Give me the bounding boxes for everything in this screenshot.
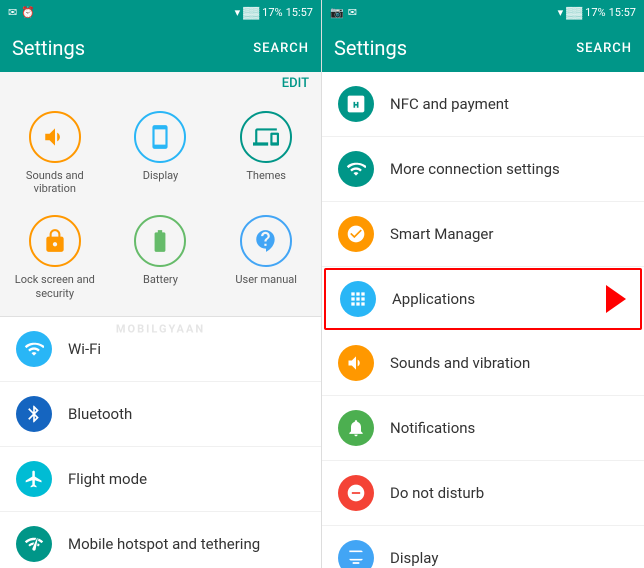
- right-wifi-icon: ▾: [558, 6, 564, 19]
- nfc-icon: [338, 86, 374, 122]
- right-msg-icon: ✉: [348, 6, 357, 19]
- grid-item-themes[interactable]: Themes: [215, 103, 317, 203]
- flight-list-icon: [16, 461, 52, 497]
- list-item-wifi[interactable]: Wi-Fi: [0, 317, 321, 382]
- right-cam-icon: 📷: [330, 6, 344, 19]
- alarm-icon: ⏰: [21, 6, 35, 19]
- donotdisturb-icon: [338, 475, 374, 511]
- right-panel: 📷 ✉ ▾ ▓▓ 17% 15:57 Settings SEARCH NFC a…: [322, 0, 644, 568]
- grid-item-usermanual[interactable]: User manual: [215, 207, 317, 307]
- battery-label: Battery: [143, 273, 178, 286]
- moreconn-label: More connection settings: [390, 160, 560, 178]
- right-status-icons: 📷 ✉: [330, 6, 357, 19]
- battery-pct-left: 17%: [262, 6, 282, 19]
- right-item-moreconn[interactable]: More connection settings: [322, 137, 644, 202]
- nfc-label: NFC and payment: [390, 95, 509, 113]
- right-item-notifications[interactable]: Notifications: [322, 396, 644, 461]
- list-item-flight[interactable]: Flight mode: [0, 447, 321, 512]
- list-item-bluetooth[interactable]: Bluetooth: [0, 382, 321, 447]
- sounds-right-icon: [338, 345, 374, 381]
- right-item-smartmanager[interactable]: Smart Manager: [322, 202, 644, 267]
- list-item-hotspot[interactable]: Mobile hotspot and tethering: [0, 512, 321, 568]
- bluetooth-list-icon: [16, 396, 52, 432]
- msg-icon: ✉: [8, 6, 17, 19]
- right-title: Settings: [334, 36, 407, 60]
- right-battery-pct: 17%: [585, 6, 605, 19]
- edit-bar: EDIT: [0, 72, 321, 95]
- right-item-display[interactable]: Display: [322, 526, 644, 568]
- hotspot-list-icon: [16, 526, 52, 562]
- right-item-applications[interactable]: Applications: [324, 268, 642, 330]
- settings-icon-grid: Sounds andvibration Display Themes Lock …: [0, 95, 321, 316]
- left-list: Wi-Fi Bluetooth Flight mode Mobile hotsp…: [0, 317, 321, 568]
- sounds-icon: [29, 111, 81, 163]
- hotspot-label: Mobile hotspot and tethering: [68, 535, 260, 553]
- moreconn-icon: [338, 151, 374, 187]
- sounds-right-label: Sounds and vibration: [390, 354, 530, 372]
- right-settings-list: NFC and payment More connection settings…: [322, 72, 644, 568]
- battery-icon: [134, 215, 186, 267]
- display-right-label: Display: [390, 549, 438, 567]
- flight-label: Flight mode: [68, 470, 147, 488]
- applications-icon: [340, 281, 376, 317]
- right-item-sounds[interactable]: Sounds and vibration: [322, 331, 644, 396]
- right-header: Settings SEARCH: [322, 24, 644, 72]
- grid-item-battery[interactable]: Battery: [110, 207, 212, 307]
- wifi-status-icon: ▾: [235, 6, 241, 19]
- right-item-donotdisturb[interactable]: Do not disturb: [322, 461, 644, 526]
- display-right-icon: [338, 540, 374, 568]
- applications-arrow: [606, 285, 626, 313]
- edit-button[interactable]: EDIT: [282, 76, 309, 91]
- display-label: Display: [143, 169, 179, 182]
- time-left: 15:57: [286, 6, 313, 19]
- left-search-button[interactable]: SEARCH: [253, 41, 309, 56]
- wifi-label: Wi-Fi: [68, 340, 101, 358]
- right-signal-icon: ▓▓: [566, 6, 582, 19]
- left-panel: ✉ ⏰ ▾ ▓▓ 17% 15:57 Settings SEARCH EDIT …: [0, 0, 322, 568]
- sounds-label: Sounds andvibration: [26, 169, 84, 195]
- wifi-list-icon: [16, 331, 52, 367]
- grid-item-lockscreen[interactable]: Lock screen andsecurity: [4, 207, 106, 307]
- left-status-bar: ✉ ⏰ ▾ ▓▓ 17% 15:57: [0, 0, 321, 24]
- signal-icon: ▓▓: [243, 6, 259, 19]
- smartmanager-label: Smart Manager: [390, 225, 493, 243]
- smartmanager-icon: [338, 216, 374, 252]
- notifications-icon: [338, 410, 374, 446]
- right-time: 15:57: [609, 6, 636, 19]
- grid-item-sounds[interactable]: Sounds andvibration: [4, 103, 106, 203]
- usermanual-icon: [240, 215, 292, 267]
- grid-item-display[interactable]: Display: [110, 103, 212, 203]
- donotdisturb-label: Do not disturb: [390, 484, 484, 502]
- applications-label: Applications: [392, 290, 475, 308]
- left-title: Settings: [12, 36, 85, 60]
- right-status-right: ▾ ▓▓ 17% 15:57: [558, 6, 636, 19]
- right-search-button[interactable]: SEARCH: [576, 41, 632, 56]
- lockscreen-icon: [29, 215, 81, 267]
- display-icon: [134, 111, 186, 163]
- right-status-bar: 📷 ✉ ▾ ▓▓ 17% 15:57: [322, 0, 644, 24]
- lockscreen-label: Lock screen andsecurity: [15, 273, 95, 299]
- right-item-nfc[interactable]: NFC and payment: [322, 72, 644, 137]
- themes-icon: [240, 111, 292, 163]
- themes-label: Themes: [246, 169, 286, 182]
- bluetooth-label: Bluetooth: [68, 405, 132, 423]
- left-status-icons: ✉ ⏰: [8, 6, 35, 19]
- left-header: Settings SEARCH: [0, 24, 321, 72]
- usermanual-label: User manual: [235, 273, 297, 286]
- notifications-label: Notifications: [390, 419, 475, 437]
- left-status-right: ▾ ▓▓ 17% 15:57: [235, 6, 313, 19]
